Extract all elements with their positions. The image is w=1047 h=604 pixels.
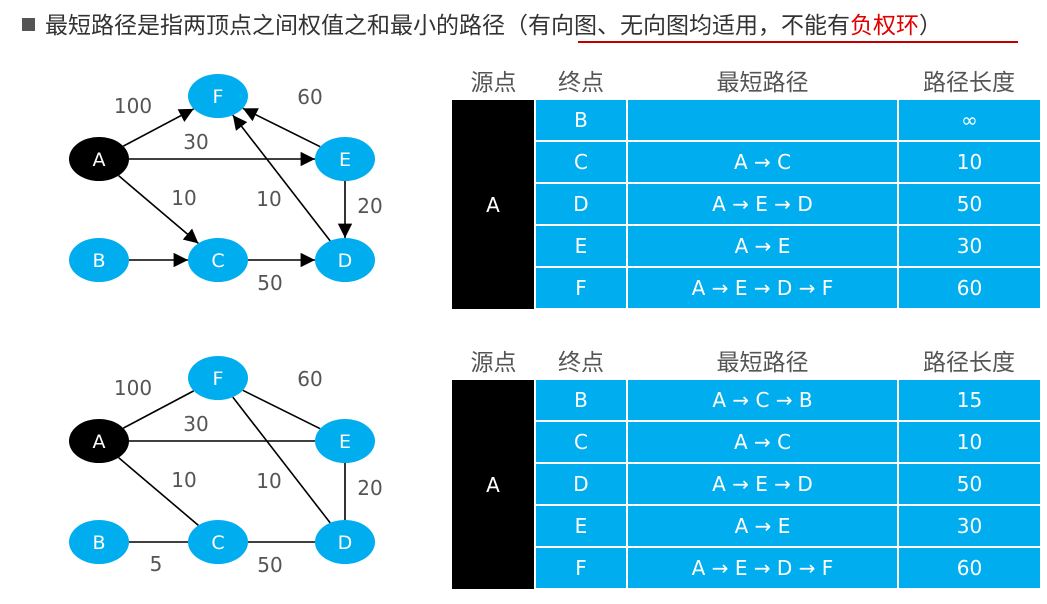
table-row: C A → C 10 <box>452 421 1040 464</box>
length-cell: 10 <box>898 421 1040 464</box>
edge-E-F <box>242 389 321 430</box>
edge-weight-label: 5 <box>150 552 163 576</box>
node-label: A <box>93 149 106 171</box>
dest-cell: E <box>535 225 628 268</box>
node-label: A <box>93 431 106 453</box>
edge-D-F <box>232 396 331 524</box>
edge-weight-label: 100 <box>114 94 152 118</box>
edge-weight-label: 60 <box>297 85 322 109</box>
node-label: D <box>338 250 353 272</box>
node-label: E <box>339 149 351 171</box>
path-cell: A → E <box>627 225 899 268</box>
edge-weight-label: 10 <box>256 469 281 493</box>
edge-weight-label: 10 <box>171 186 196 210</box>
dest-cell: C <box>535 421 628 464</box>
path-cell: A → E → D → F <box>627 267 899 310</box>
path-cell: A → E → D <box>627 463 899 506</box>
header-source: 源点 <box>452 340 535 380</box>
undirected-graph: 100 30 10 60 10 20 5 50 A B C D E F <box>69 356 383 577</box>
edge-weight-label: 30 <box>183 130 208 154</box>
dest-cell: D <box>535 183 628 226</box>
edge-weight-label: 20 <box>357 194 382 218</box>
title-close: ） <box>919 13 942 39</box>
length-cell: 50 <box>898 183 1040 226</box>
directed-result-table: 源点 终点 最短路径 路径长度 A B ∞ C A → C 10 D A → E… <box>452 60 1040 310</box>
edge-weight-label: 10 <box>171 468 196 492</box>
dest-cell: C <box>535 141 628 184</box>
length-cell: 60 <box>898 547 1040 590</box>
source-cell: A <box>452 380 536 589</box>
source-cell: A <box>452 100 536 309</box>
table-row: E A → E 30 <box>452 505 1040 548</box>
node-label: E <box>339 431 351 453</box>
title-warning: 负权环 <box>850 13 919 39</box>
directed-graph: 100 30 10 60 10 20 50 A B C D E F <box>69 74 383 295</box>
dest-cell: B <box>535 100 628 142</box>
length-cell: 10 <box>898 141 1040 184</box>
edge-weight-label: 10 <box>256 187 281 211</box>
graphs-canvas: 100 30 10 60 10 20 50 A B C D E F 100 30 10 60 10 20 5 50 A B… <box>69 74 383 577</box>
path-cell: A → E → D → F <box>627 547 899 590</box>
edge-D-F <box>232 114 331 242</box>
length-cell: 30 <box>898 505 1040 548</box>
edge-weight-label: 30 <box>183 412 208 436</box>
node-label: B <box>92 532 105 554</box>
edge-weight-label: 50 <box>257 271 282 295</box>
title-underline <box>578 41 1018 43</box>
title-paren: （有向图、无向图均适用，不能有 <box>505 13 850 39</box>
table-row: D A → E → D 50 <box>452 183 1040 226</box>
header-length: 路径长度 <box>898 60 1040 100</box>
path-cell: A → C <box>627 141 899 184</box>
length-cell: 60 <box>898 267 1040 310</box>
header-source: 源点 <box>452 60 535 100</box>
length-cell: 30 <box>898 225 1040 268</box>
dest-cell: F <box>535 267 628 310</box>
node-label: F <box>213 86 224 108</box>
dest-cell: E <box>535 505 628 548</box>
path-cell: A → E → D <box>627 183 899 226</box>
node-label: D <box>338 532 353 554</box>
table-row: A B A → C → B 15 <box>452 380 1040 589</box>
length-cell: 15 <box>898 380 1040 422</box>
edge-weight-label: 50 <box>257 553 282 577</box>
dest-cell: F <box>535 547 628 590</box>
header-dest: 终点 <box>535 340 627 380</box>
table-row: A B ∞ <box>452 100 1040 309</box>
node-label: C <box>211 532 224 554</box>
undirected-result-table: 源点 终点 最短路径 路径长度 A B A → C → B 15 C A → C… <box>452 340 1040 590</box>
edge-weight-label: 60 <box>297 367 322 391</box>
table-row: F A → E → D → F 60 <box>452 267 1040 310</box>
table-row: C A → C 10 <box>452 141 1040 184</box>
table-row: D A → E → D 50 <box>452 463 1040 506</box>
edge-weight-label: 20 <box>357 476 382 500</box>
dest-cell: D <box>535 463 628 506</box>
length-cell: ∞ <box>898 100 1040 142</box>
node-label: F <box>213 368 224 390</box>
node-label: B <box>92 250 105 272</box>
edge-E-F <box>242 107 321 148</box>
path-cell: A → E <box>627 505 899 548</box>
header-path: 最短路径 <box>627 60 898 100</box>
header-length: 路径长度 <box>898 340 1040 380</box>
path-cell <box>627 100 899 142</box>
edge-weight-label: 100 <box>114 376 152 400</box>
node-label: C <box>211 250 224 272</box>
path-cell: A → C → B <box>627 380 899 422</box>
length-cell: 50 <box>898 463 1040 506</box>
header-dest: 终点 <box>535 60 627 100</box>
header-path: 最短路径 <box>627 340 898 380</box>
dest-cell: B <box>535 380 628 422</box>
table-row: F A → E → D → F 60 <box>452 547 1040 590</box>
table-row: E A → E 30 <box>452 225 1040 268</box>
path-cell: A → C <box>627 421 899 464</box>
